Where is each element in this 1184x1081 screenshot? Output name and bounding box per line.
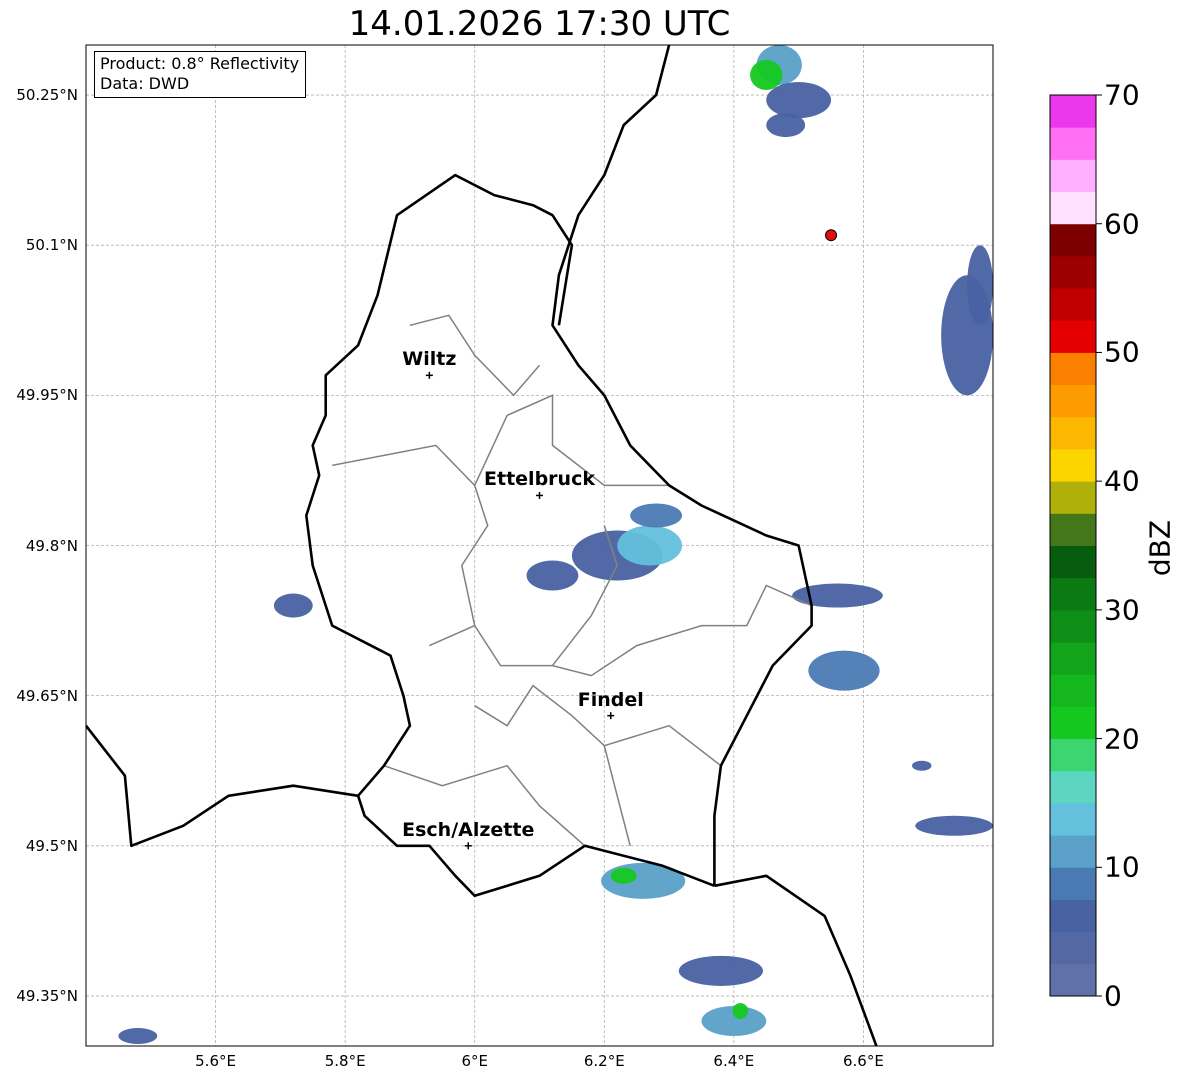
colorbar-tick-label-6: 60 [1104,207,1140,241]
lat-tick-label-5: 49.5°N [25,836,78,855]
colorbar-segment-2 [1050,899,1096,933]
lon-tick-label-3: 6.2°E [583,1052,625,1070]
colorbar-segment-22 [1050,255,1096,289]
radar-map [85,44,1102,1047]
colorbar-segment-6 [1050,770,1096,804]
colorbar-tick-label-2: 20 [1104,722,1140,756]
colorbar-segment-15 [1050,481,1096,514]
colorbar-segment-10 [1050,642,1096,675]
lat-tick-label-2: 49.95°N [16,386,78,405]
colorbar-segment-13 [1050,545,1096,579]
data-source-text: Data: DWD [100,74,190,93]
echo-cell-13 [610,867,637,884]
product-text: Product: 0.8° Reflectivity [100,54,300,73]
echo-cell-11 [808,650,880,691]
colorbar-tick-label-5: 50 [1104,335,1140,369]
echo-cell-5 [967,245,993,326]
lat-tick-label-0: 50.25°N [16,86,78,105]
echo-cell-14 [678,955,764,986]
info-box: Product: 0.8° Reflectivity Data: DWD [94,51,307,98]
lat-tick-label-1: 50.1°N [25,236,78,255]
echo-cell-20 [912,760,932,771]
lon-tick-label-0: 5.6°E [195,1052,236,1070]
city-label-0: Wiltz [402,348,457,371]
echo-cell-3 [766,113,806,138]
lon-tick-label-5: 6.6°E [843,1052,884,1070]
colorbar [1049,94,1102,997]
colorbar-tick-label-4: 40 [1104,464,1140,498]
lat-tick-label-6: 49.35°N [16,986,78,1005]
colorbar-segment-12 [1050,577,1096,611]
echo-cell-17 [915,815,993,836]
echo-cell-2 [766,82,832,119]
city-label-2: Findel [577,688,644,711]
echo-cell-7 [617,525,683,566]
city-label-1: Ettelbruck [484,468,595,491]
echo-cell-9 [630,503,683,528]
colorbar-segment-18 [1050,384,1096,418]
echo-cell-16 [732,1002,749,1019]
colorbar-segment-8 [1050,706,1096,740]
echo-cell-8 [526,560,579,591]
lat-tick-label-4: 49.65°N [16,686,78,705]
colorbar-segment-1 [1050,931,1096,965]
colorbar-segment-11 [1050,609,1096,643]
colorbar-segment-3 [1050,867,1096,900]
colorbar-segment-24 [1050,191,1096,225]
colorbar-segment-0 [1050,963,1096,997]
colorbar-segment-16 [1050,448,1096,482]
colorbar-segment-5 [1050,802,1096,836]
colorbar-segment-23 [1050,223,1096,257]
lon-tick-label-2: 6°E [461,1052,488,1070]
radar-site-marker [825,229,838,242]
colorbar-segment-7 [1050,738,1096,772]
colorbar-tick-label-1: 10 [1104,850,1140,884]
lon-tick-label-4: 6.4°E [713,1052,755,1070]
colorbar-segment-26 [1050,127,1096,160]
colorbar-tick-label-7: 70 [1104,78,1140,112]
echo-cell-18 [273,593,313,618]
colorbar-segment-14 [1050,513,1096,546]
echo-cell-10 [792,583,883,608]
colorbar-segment-25 [1050,159,1096,193]
colorbar-segment-21 [1050,288,1096,321]
colorbar-segment-17 [1050,416,1096,450]
colorbar-segment-27 [1050,95,1096,128]
colorbar-tick-label-3: 30 [1104,593,1140,627]
echo-cell-19 [118,1027,158,1044]
colorbar-segment-9 [1050,674,1096,707]
colorbar-tick-label-0: 0 [1104,979,1122,1013]
colorbar-segment-4 [1050,835,1096,868]
colorbar-label: dBZ [1143,519,1177,577]
lon-tick-label-1: 5.8°E [324,1052,366,1070]
lat-tick-label-3: 49.8°N [25,536,78,555]
colorbar-segment-19 [1050,352,1096,386]
colorbar-segment-20 [1050,320,1096,353]
city-label-3: Esch/Alzette [402,818,535,841]
echo-cell-1 [750,60,783,91]
